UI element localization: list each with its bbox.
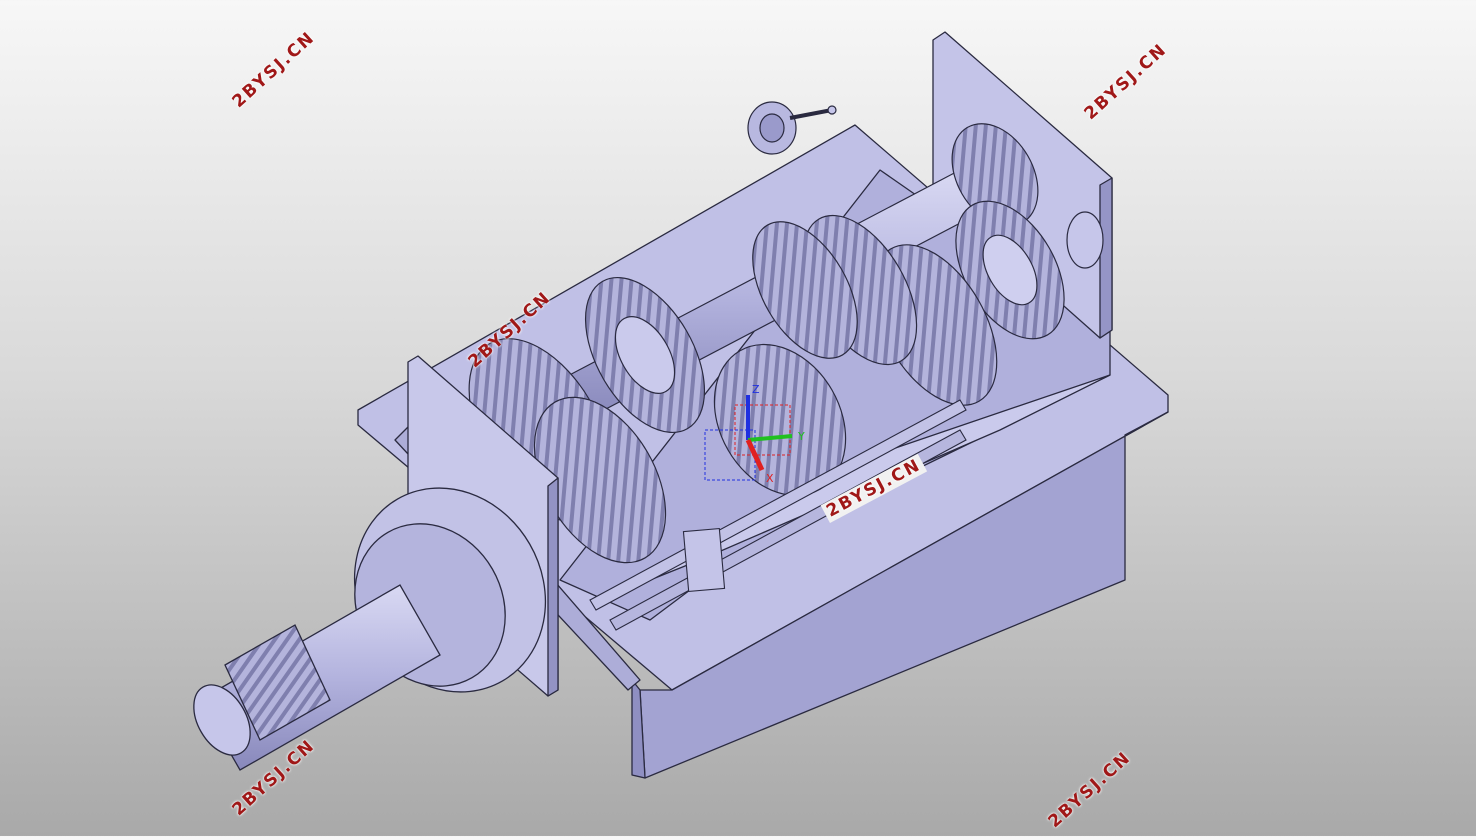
triad-z-label: Z xyxy=(752,383,760,396)
triad-x-label: X xyxy=(766,472,774,485)
cad-viewport[interactable]: Z Y X 2BYSJ.CN 2BYSJ.CN 2BYSJ.CN 2BYSJ.C… xyxy=(0,0,1476,836)
triad-y-label: Y xyxy=(797,430,805,443)
gearbox-model[interactable]: Z Y X xyxy=(0,0,1476,836)
